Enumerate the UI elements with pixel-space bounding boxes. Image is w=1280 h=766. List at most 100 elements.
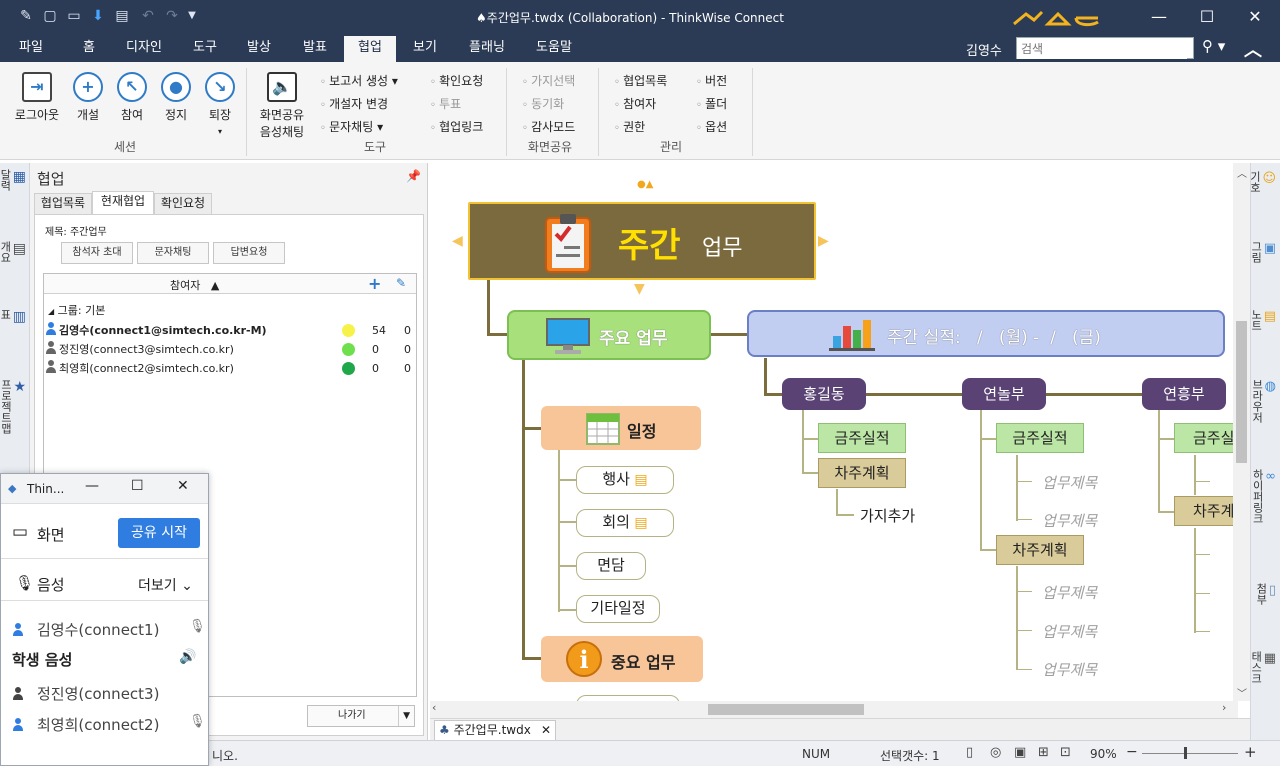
invite-button[interactable]: 참석자 초대: [61, 242, 133, 264]
scroll-left-icon[interactable]: ‹: [432, 701, 436, 714]
add-participant-icon[interactable]: +: [368, 274, 381, 293]
tab-planning[interactable]: 플래닝: [462, 38, 512, 62]
close-tab-icon[interactable]: ✕: [541, 721, 551, 739]
map-view-icon[interactable]: ◎: [990, 745, 1001, 760]
resize-handle-top[interactable]: ●▲: [637, 179, 653, 190]
exit-session-button[interactable]: ↘ 퇴장 ▾: [198, 72, 242, 137]
weekly-performance-node[interactable]: 주간 실적: / (월) - / (금): [747, 310, 1225, 357]
microphone-icon[interactable]: 🎙: [189, 619, 206, 634]
stop-session-button[interactable]: ● 정지: [154, 72, 198, 123]
screen-share-voice-button[interactable]: 🔈 화면공유 음성채팅: [254, 72, 310, 140]
maximize-button[interactable]: ☐: [1192, 5, 1222, 29]
customize-dropdown-icon[interactable]: ▼: [184, 8, 200, 24]
search-box[interactable]: [1016, 37, 1194, 59]
schedule-node[interactable]: 일정: [541, 406, 701, 450]
side-tab-outline[interactable]: ▤ 개요: [0, 241, 26, 263]
tab-help[interactable]: 도움말: [528, 38, 580, 62]
interview-node[interactable]: 면담: [576, 552, 646, 580]
participant-row[interactable]: 정진영(connect3@simtech.co.kr) 0 0: [46, 341, 416, 359]
add-branch-node[interactable]: 가지추가: [860, 505, 915, 526]
tab-confirm-request[interactable]: 확인요청: [154, 193, 212, 214]
horizontal-scrollbar[interactable]: ‹ ›: [430, 701, 1238, 718]
participant-row[interactable]: 최영희(connect2@simtech.co.kr) 0 0: [46, 360, 416, 378]
chat-button[interactable]: 문자채팅: [137, 242, 209, 264]
participants-header[interactable]: 참여자 ▲: [170, 277, 219, 293]
more-dropdown[interactable]: 더보기 ⌄: [138, 575, 193, 595]
side-tab-browser[interactable]: ◍ 브라우저: [1251, 379, 1276, 423]
speaker-icon[interactable]: 🔊: [179, 649, 196, 665]
zoom-in-icon[interactable]: +: [1244, 743, 1257, 761]
participant-row[interactable]: 김영수(connect1@simtech.co.kr-M) 54 0: [46, 322, 416, 340]
open-session-button[interactable]: + 개설: [66, 72, 110, 123]
scroll-thumb[interactable]: [1236, 321, 1247, 463]
main-work-node[interactable]: 주요 업무: [507, 310, 711, 360]
microphone-icon[interactable]: 🎙: [189, 714, 206, 729]
tab-design[interactable]: 디자인: [120, 38, 168, 62]
resize-handle-right[interactable]: ▶: [818, 233, 829, 249]
event-node[interactable]: 행사 ▤: [576, 466, 674, 494]
zoom-out-icon[interactable]: −: [1126, 744, 1138, 760]
logout-button[interactable]: ⇥ 로그아웃: [12, 72, 62, 123]
zoom-slider[interactable]: [1142, 753, 1238, 754]
meeting-node[interactable]: 회의 ▤: [576, 509, 674, 537]
confirm-request-button[interactable]: 확인요청: [430, 72, 483, 89]
search-input[interactable]: [1017, 39, 1187, 59]
this-week-node[interactable]: 금주실적: [996, 423, 1084, 453]
group-row[interactable]: ◢ 그룹: 기본: [48, 302, 418, 320]
tab-tools[interactable]: 도구: [182, 38, 228, 62]
resize-handle-bottom[interactable]: ▼: [634, 281, 645, 297]
tab-collab-list[interactable]: 협업목록: [34, 193, 92, 214]
person-node-hong[interactable]: 홍길동: [782, 378, 866, 410]
report-generate-button[interactable]: 보고서 생성 ▾: [320, 72, 398, 89]
tab-file[interactable]: 파일: [8, 38, 54, 62]
tab-collaboration[interactable]: 협업: [344, 36, 396, 62]
task-title-placeholder[interactable]: 업무제목: [1042, 659, 1097, 680]
side-tab-table[interactable]: ▥ 표: [0, 309, 26, 325]
actual-size-icon[interactable]: ⊡: [1060, 745, 1071, 760]
next-week-node[interactable]: 차주계획: [996, 535, 1084, 565]
join-session-button[interactable]: ↖ 참여: [110, 72, 154, 123]
collab-list-button[interactable]: 협업목록: [614, 72, 667, 89]
sync-button[interactable]: 동기화: [522, 95, 564, 112]
pen-icon[interactable]: ✎: [18, 8, 34, 24]
side-tab-symbols[interactable]: ☺ 기호: [1248, 171, 1276, 193]
permissions-button[interactable]: 권한: [614, 118, 645, 135]
resize-handle-left[interactable]: ◀: [452, 233, 463, 249]
mindmap-canvas[interactable]: ●▲ ◀ ▶ ▼ 주간 업무 주요 업무 주간 실적: / (월) - / (금…: [430, 163, 1250, 718]
other-schedule-node[interactable]: 기타일정: [576, 595, 660, 623]
branch-select-button[interactable]: 가지선택: [522, 72, 575, 89]
task-title-placeholder[interactable]: 업무제목: [1042, 582, 1097, 603]
task-title-placeholder[interactable]: 업무제목: [1042, 510, 1097, 531]
person-node-heungbu[interactable]: 연흥부: [1142, 378, 1226, 410]
options-button[interactable]: 옵션: [696, 118, 727, 135]
scroll-thumb[interactable]: [708, 704, 864, 715]
page-view-icon[interactable]: ▯: [966, 745, 973, 760]
tab-view[interactable]: 보기: [402, 38, 448, 62]
undo-icon[interactable]: ↶: [140, 8, 156, 24]
start-share-button[interactable]: 공유 시작: [118, 518, 200, 548]
search-icon[interactable]: ⚲ ▾: [1202, 37, 1225, 55]
edit-icon[interactable]: ✎: [396, 276, 406, 290]
pin-icon[interactable]: 📌: [406, 169, 421, 183]
document-tab[interactable]: ♣ 주간업무.twdx ✕: [434, 720, 556, 740]
close-button[interactable]: ✕: [1240, 5, 1270, 29]
scroll-right-icon[interactable]: ›: [1222, 701, 1226, 714]
participants-button[interactable]: 참여자: [614, 95, 656, 112]
vote-button[interactable]: 투표: [430, 95, 461, 112]
person-node-nolbu[interactable]: 연놀부: [962, 378, 1046, 410]
version-button[interactable]: 버전: [696, 72, 727, 89]
important-work-node[interactable]: i 중요 업무: [541, 636, 703, 682]
root-node[interactable]: 주간 업무: [468, 202, 816, 280]
collab-link-button[interactable]: 협업링크: [430, 118, 483, 135]
side-tab-calendar[interactable]: ▦ 달력: [0, 169, 26, 191]
side-tab-notes[interactable]: ▤ 노트: [1250, 309, 1276, 331]
screen-view-icon[interactable]: ▣: [1014, 745, 1026, 760]
save-icon[interactable]: ⬇: [90, 8, 106, 24]
tab-presentation[interactable]: 발표: [292, 38, 338, 62]
text-chat-button[interactable]: 문자채팅 ▾: [320, 118, 383, 135]
float-minimize-button[interactable]: —: [85, 478, 99, 494]
zoom-slider-handle[interactable]: [1184, 747, 1187, 759]
change-owner-button[interactable]: 개설자 변경: [320, 95, 388, 112]
audit-mode-button[interactable]: 감사모드: [522, 118, 575, 135]
open-folder-icon[interactable]: ▭: [66, 8, 82, 24]
